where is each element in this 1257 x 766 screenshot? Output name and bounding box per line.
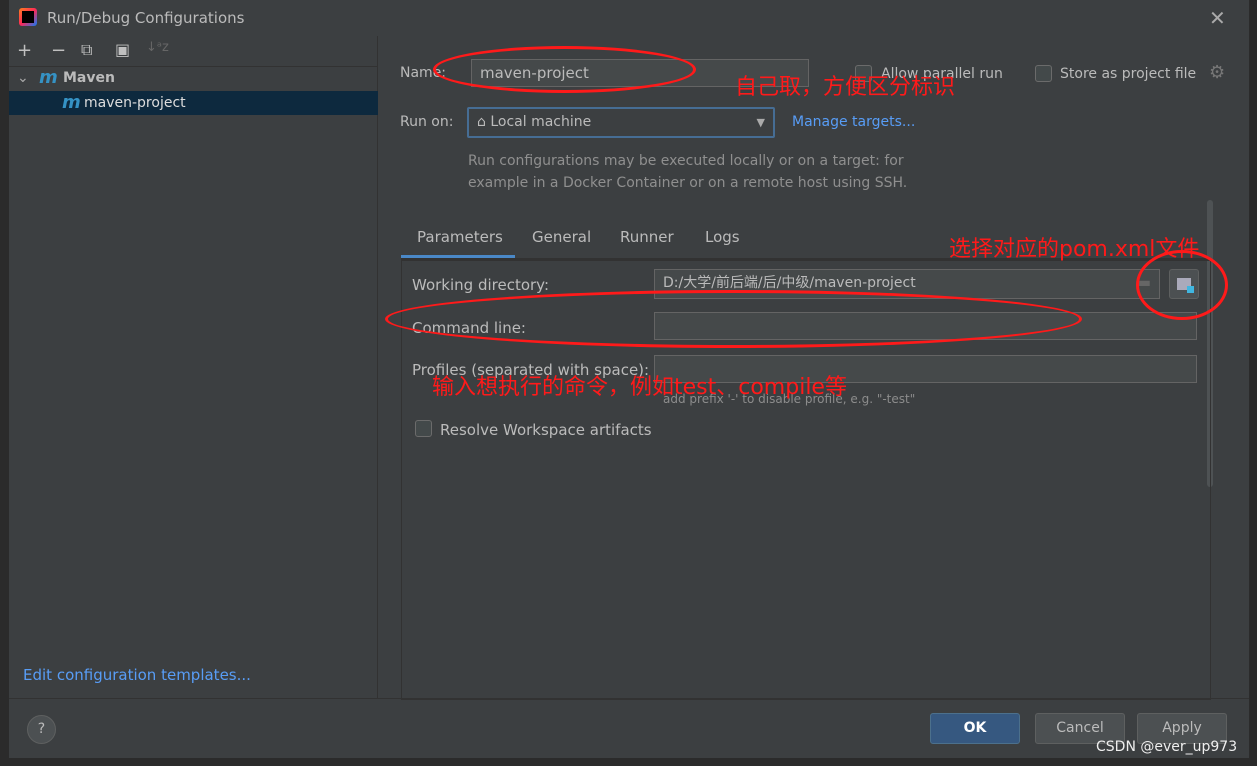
run-on-dropdown[interactable]: ⌂ Local machine ▼	[467, 107, 775, 138]
annotation-pom-note: 选择对应的pom.xml文件	[949, 237, 1200, 262]
dropdown-arrow-icon: ▼	[756, 116, 765, 129]
help-button[interactable]: ?	[27, 715, 56, 744]
dialog-title: Run/Debug Configurations	[47, 9, 245, 27]
tree-item-maven-project[interactable]: m maven-project	[9, 91, 378, 115]
tab-logs[interactable]: Logs	[705, 228, 740, 246]
watermark: CSDN @ever_up973	[1096, 739, 1238, 755]
new-folder-icon[interactable]: ▣	[115, 40, 130, 59]
add-icon[interactable]: +	[17, 40, 32, 61]
footer-divider	[9, 698, 1249, 699]
edit-templates-link[interactable]: Edit configuration templates...	[23, 666, 251, 684]
annotation-ellipse-command	[385, 290, 1082, 348]
tab-general[interactable]: General	[532, 228, 591, 246]
copy-icon[interactable]: ⧉	[81, 40, 92, 60]
tree-group-maven[interactable]: ⌄ m Maven	[9, 66, 378, 90]
resolve-workspace-label: Resolve Workspace artifacts	[440, 421, 652, 439]
maven-icon: m	[62, 92, 81, 113]
store-project-label: Store as project file	[1060, 66, 1197, 82]
tab-parameters[interactable]: Parameters	[417, 228, 503, 246]
intellij-logo-icon	[19, 8, 37, 26]
maven-icon: m	[39, 67, 58, 88]
gear-icon[interactable]: ⚙	[1209, 62, 1225, 83]
manage-targets-link[interactable]: Manage targets...	[792, 114, 915, 130]
resolve-workspace-checkbox[interactable]	[415, 420, 432, 437]
sort-icon[interactable]: ↓ᵃz	[146, 40, 169, 55]
remove-icon[interactable]: −	[51, 40, 66, 61]
tab-runner[interactable]: Runner	[620, 228, 674, 246]
run-on-label: Run on:	[400, 114, 454, 130]
run-on-value: Local machine	[490, 114, 592, 130]
home-icon: ⌂	[477, 114, 486, 130]
chevron-down-icon[interactable]: ⌄	[17, 66, 29, 90]
store-project-checkbox[interactable]	[1035, 65, 1052, 82]
run-hint-line-2: example in a Docker Container or on a re…	[468, 175, 908, 191]
ok-button[interactable]: OK	[930, 713, 1020, 744]
tree-item-label: maven-project	[84, 95, 186, 111]
annotation-command-note: 输入想执行的命令，例如test、compile等	[432, 375, 847, 400]
configurations-sidebar: + − ⧉ ▣ ↓ᵃz ⌄ m Maven m maven-project Ed…	[9, 36, 378, 698]
working-directory-value: D:/大学/前后端/后/中级/maven-project	[663, 275, 916, 291]
tree-group-label: Maven	[63, 70, 115, 86]
working-directory-label: Working directory:	[412, 276, 550, 294]
run-hint-line-1: Run configurations may be executed local…	[468, 153, 904, 169]
annotation-ellipse-name	[433, 46, 696, 93]
close-icon[interactable]: ✕	[1209, 6, 1226, 30]
annotation-name-note: 自己取，方便区分标识	[735, 75, 956, 100]
